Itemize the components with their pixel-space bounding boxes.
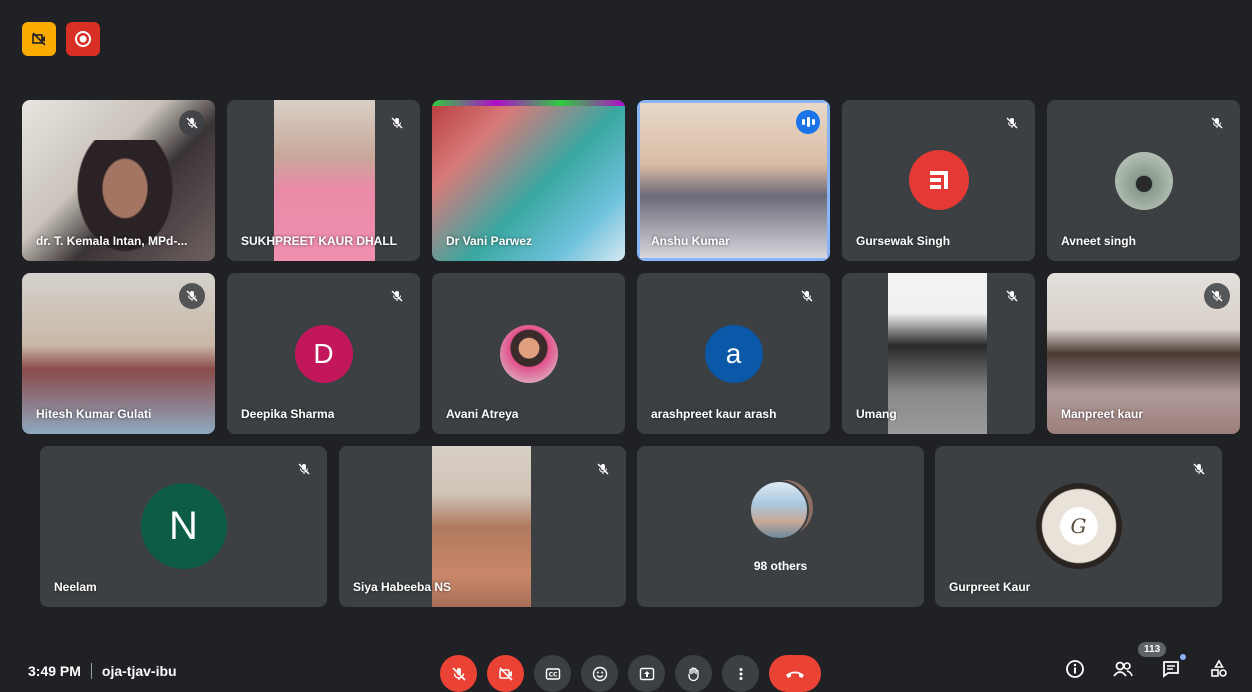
mic-muted-icon: [291, 456, 317, 482]
participant-name: Siya Habeeba NS: [353, 580, 452, 594]
participant-count-badge: 113: [1138, 642, 1167, 657]
participant-tile[interactable]: Dr Vani Parwez: [432, 100, 625, 261]
mic-muted-icon: [1186, 456, 1212, 482]
people-icon[interactable]: [1110, 656, 1136, 682]
captions-icon[interactable]: CC: [534, 655, 571, 692]
participant-tile[interactable]: N Neelam: [40, 446, 327, 607]
participant-name: Umang: [856, 407, 897, 421]
participant-name: Gurpreet Kaur: [949, 580, 1031, 594]
participant-name: Deepika Sharma: [241, 407, 335, 421]
info-icon[interactable]: [1062, 656, 1088, 682]
participant-tile[interactable]: Hitesh Kumar Gulati: [22, 273, 215, 434]
participant-tile[interactable]: Siya Habeeba NS: [339, 446, 626, 607]
participant-name: Avneet singh: [1061, 234, 1136, 248]
camera-off-icon[interactable]: [487, 655, 524, 692]
video-feed: [888, 273, 987, 434]
mic-muted-icon: [384, 110, 410, 136]
emoji-icon[interactable]: [581, 655, 618, 692]
avatar: [499, 325, 558, 383]
letter-avatar: a: [704, 325, 763, 383]
mic-muted-icon: [1204, 110, 1230, 136]
participant-tile[interactable]: D Deepika Sharma: [227, 273, 420, 434]
more-options-icon[interactable]: [722, 655, 759, 692]
mic-muted-icon: [384, 283, 410, 309]
mic-muted-icon: [999, 110, 1025, 136]
mic-muted-icon: [590, 456, 616, 482]
participant-name: Anshu Kumar: [651, 234, 730, 248]
meeting-info: 3:49 PM oja-tjav-ibu: [28, 663, 177, 679]
right-controls: [1062, 654, 1232, 682]
divider: [90, 663, 92, 679]
hidden-self-view-icon[interactable]: [22, 22, 56, 56]
participant-name: arashpreet kaur arash: [651, 407, 777, 421]
participant-name: Dr Vani Parwez: [446, 234, 533, 248]
letter-avatar: D: [294, 325, 353, 383]
call-controls: CC: [440, 655, 821, 692]
avatar: G: [1035, 483, 1122, 569]
participant-name: Gursewak Singh: [856, 234, 951, 248]
meeting-code: oja-tjav-ibu: [101, 663, 177, 679]
recording-icon[interactable]: [66, 22, 100, 56]
top-indicators: [22, 22, 100, 56]
mic-muted-icon: [179, 283, 205, 309]
participant-tile[interactable]: Avneet singh: [1047, 100, 1240, 261]
activities-icon[interactable]: [1206, 656, 1232, 682]
participant-name: dr. T. Kemala Intan, MPd-...: [36, 234, 188, 248]
others-tile[interactable]: A 98 others: [637, 446, 924, 607]
participant-tile[interactable]: Gursewak Singh: [842, 100, 1035, 261]
participant-name: Avani Atreya: [446, 407, 519, 421]
participant-tile[interactable]: a arashpreet kaur arash: [637, 273, 830, 434]
present-icon[interactable]: [628, 655, 665, 692]
svg-text:CC: CC: [548, 671, 557, 678]
mic-off-icon[interactable]: [440, 655, 477, 692]
current-time: 3:49 PM: [28, 663, 81, 679]
video-glitch: [432, 100, 625, 106]
others-count: 98 others: [753, 559, 808, 573]
bottom-toolbar: 3:49 PM oja-tjav-ibu CC: [0, 640, 1252, 692]
letter-avatar: N: [140, 483, 227, 569]
participant-tile-active-speaker[interactable]: Anshu Kumar: [637, 100, 830, 261]
participant-tile[interactable]: Avani Atreya: [432, 273, 625, 434]
avatar: [908, 150, 969, 210]
avatar: [749, 480, 809, 540]
end-call-icon[interactable]: [769, 655, 821, 692]
unread-dot: [1180, 654, 1186, 660]
speaking-indicator-icon: [796, 110, 820, 134]
participant-name: SUKHPREET KAUR DHALL: [241, 234, 397, 248]
mic-muted-icon: [1204, 283, 1230, 309]
participant-name: Manpreet kaur: [1061, 407, 1144, 421]
participant-tile[interactable]: G Gurpreet Kaur: [935, 446, 1222, 607]
raise-hand-icon[interactable]: [675, 655, 712, 692]
participant-tile[interactable]: Umang: [842, 273, 1035, 434]
chat-icon[interactable]: [1158, 654, 1186, 682]
mic-muted-icon: [179, 110, 205, 136]
participant-tile[interactable]: SUKHPREET KAUR DHALL: [227, 100, 420, 261]
mic-muted-icon: [794, 283, 820, 309]
participant-name: Neelam: [54, 580, 97, 594]
participant-tile[interactable]: Manpreet kaur: [1047, 273, 1240, 434]
participant-tile[interactable]: dr. T. Kemala Intan, MPd-...: [22, 100, 215, 261]
mic-muted-icon: [999, 283, 1025, 309]
avatar: [1114, 152, 1173, 210]
participant-name: Hitesh Kumar Gulati: [36, 407, 152, 421]
